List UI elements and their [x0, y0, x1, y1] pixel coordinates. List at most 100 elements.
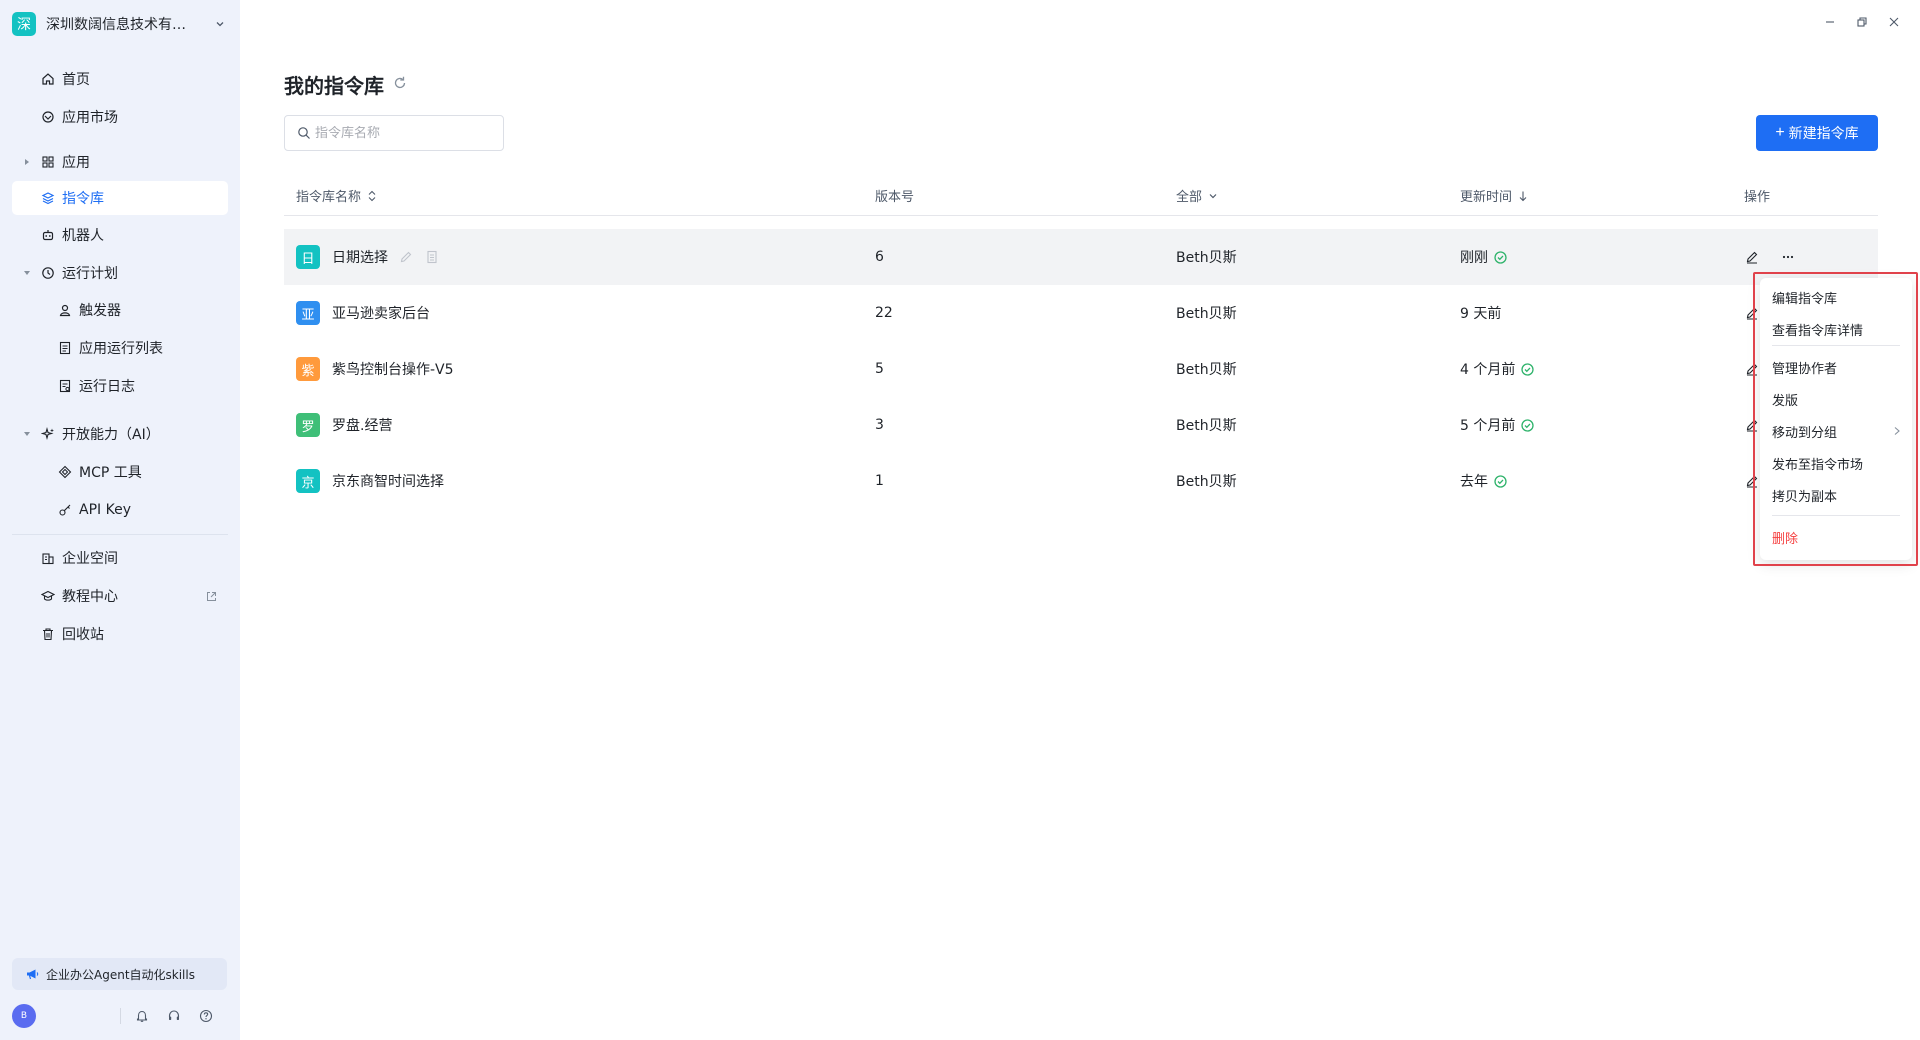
table-header: 指令库名称 版本号 全部 更新时间 操作 [284, 176, 1878, 216]
column-ops: 操作 [1744, 186, 1770, 205]
more-icon[interactable] [1780, 249, 1796, 265]
version-value: 5 [875, 361, 884, 377]
library-icon: 罗 [296, 413, 320, 437]
sidebar-divider [12, 534, 228, 535]
market-icon [40, 109, 56, 125]
column-owner-label: 全部 [1176, 190, 1203, 205]
owner-value: Beth贝斯 [1176, 418, 1237, 434]
owner-value: Beth贝斯 [1176, 306, 1237, 322]
column-version-label: 版本号 [875, 190, 915, 205]
layers-icon [40, 190, 56, 206]
bell-icon[interactable] [134, 1008, 150, 1024]
external-link-icon[interactable] [204, 589, 218, 603]
library-name[interactable]: 罗盘.经营 [332, 415, 392, 435]
sidebar-item-mcp[interactable]: MCP 工具 [12, 455, 228, 489]
clock-icon [40, 265, 56, 281]
sidebar-item-label: 开放能力（AI） [62, 427, 160, 443]
table-row[interactable]: 京 京东商智时间选择 1 Beth贝斯 去年 [284, 453, 1878, 509]
sidebar: 深 深圳数阔信息技术有限... 首页 应用市场 应用 指令库 机器人 运行计划 … [0, 0, 240, 1040]
sort-desc-icon[interactable] [1517, 190, 1529, 202]
library-name[interactable]: 京东商智时间选择 [332, 471, 444, 491]
highlight-frame [1753, 272, 1918, 566]
search-box[interactable] [284, 115, 504, 151]
published-check-icon [1520, 418, 1534, 432]
new-library-label: 新建指令库 [1788, 125, 1859, 141]
page-title: 我的指令库 [284, 74, 384, 98]
sidebar-item-label: 机器人 [62, 228, 104, 244]
help-icon[interactable] [198, 1008, 214, 1024]
column-name-label: 指令库名称 [296, 190, 362, 205]
caret-down-icon[interactable] [22, 268, 32, 278]
edit-icon[interactable] [1744, 249, 1760, 265]
user-icon [57, 302, 73, 318]
close-icon[interactable] [1886, 14, 1902, 30]
sidebar-item-runlog[interactable]: 运行日志 [12, 369, 228, 403]
updated-value: 5 个月前 [1460, 418, 1516, 434]
sidebar-item-trigger[interactable]: 触发器 [12, 293, 228, 327]
plus-icon: + [1775, 124, 1785, 141]
sidebar-item-home[interactable]: 首页 [12, 62, 228, 96]
library-name[interactable]: 亚马逊卖家后台 [332, 303, 430, 323]
org-switcher[interactable]: 深 深圳数阔信息技术有限... [12, 12, 228, 36]
sidebar-item-market[interactable]: 应用市场 [12, 100, 228, 134]
caret-right-icon[interactable] [22, 157, 32, 167]
search-icon [297, 126, 311, 140]
table-row[interactable]: 亚 亚马逊卖家后台 22 Beth贝斯 9 天前 [284, 285, 1878, 341]
caret-down-icon[interactable] [22, 429, 32, 439]
search-input[interactable] [315, 125, 495, 141]
sidebar-item-label: 教程中心 [62, 589, 118, 605]
sidebar-item-label: 指令库 [62, 191, 104, 207]
sidebar-item-robot[interactable]: 机器人 [12, 218, 228, 252]
promo-banner[interactable]: 企业办公Agent自动化skills [12, 958, 227, 990]
key-icon [57, 502, 73, 518]
sort-icon[interactable] [366, 190, 378, 202]
column-name[interactable]: 指令库名称 [296, 186, 378, 205]
sidebar-item-label: 运行计划 [62, 266, 118, 282]
table-row[interactable]: 日 日期选择 6 Beth贝斯 刚刚 [284, 229, 1878, 285]
sparkle-icon [40, 426, 56, 442]
library-name[interactable]: 日期选择 [332, 247, 388, 267]
table-row[interactable]: 罗 罗盘.经营 3 Beth贝斯 5 个月前 [284, 397, 1878, 453]
sidebar-item-enterprise[interactable]: 企业空间 [12, 541, 228, 575]
owner-value: Beth贝斯 [1176, 474, 1237, 490]
minimize-icon[interactable] [1822, 14, 1838, 30]
sidebar-item-apikey[interactable]: API Key [12, 493, 228, 527]
chevron-down-icon[interactable] [1207, 190, 1219, 202]
sidebar-item-schedule[interactable]: 运行计划 [12, 256, 228, 290]
library-icon: 京 [296, 469, 320, 493]
headset-icon[interactable] [166, 1008, 182, 1024]
graduation-icon [40, 588, 56, 604]
sidebar-item-label: 首页 [62, 72, 90, 88]
column-owner-filter[interactable]: 全部 [1176, 186, 1219, 205]
version-value: 22 [875, 305, 893, 321]
sidebar-item-label: 运行日志 [79, 379, 135, 395]
sidebar-item-label: 企业空间 [62, 551, 118, 567]
refresh-icon[interactable] [391, 74, 409, 92]
table-row[interactable]: 紫 紫鸟控制台操作-V5 5 Beth贝斯 4 个月前 [284, 341, 1878, 397]
version-value: 1 [875, 473, 884, 489]
document-icon[interactable] [424, 249, 440, 265]
promo-text: 企业办公Agent自动化skills [46, 967, 195, 982]
column-updated[interactable]: 更新时间 [1460, 186, 1529, 205]
sidebar-item-tutorial[interactable]: 教程中心 [12, 579, 228, 613]
sidebar-item-library[interactable]: 指令库 [12, 181, 228, 215]
sidebar-item-ai[interactable]: 开放能力（AI） [12, 417, 228, 451]
chevron-down-icon[interactable] [212, 16, 228, 32]
sidebar-item-trash[interactable]: 回收站 [12, 617, 228, 651]
avatar[interactable]: B [12, 1004, 36, 1028]
new-library-button[interactable]: + 新建指令库 [1756, 115, 1878, 151]
sidebar-item-apps[interactable]: 应用 [12, 145, 228, 179]
sidebar-item-label: MCP 工具 [79, 465, 142, 481]
library-name[interactable]: 紫鸟控制台操作-V5 [332, 359, 454, 379]
sidebar-item-runlist[interactable]: 应用运行列表 [12, 331, 228, 365]
rename-pencil-icon[interactable] [398, 249, 414, 265]
column-ops-label: 操作 [1744, 190, 1771, 205]
published-check-icon [1493, 250, 1507, 264]
doc-log-icon [57, 378, 73, 394]
restore-icon[interactable] [1854, 14, 1870, 30]
updated-value: 4 个月前 [1460, 362, 1516, 378]
sidebar-footer: B [12, 1004, 228, 1028]
sidebar-item-label: 回收站 [62, 627, 104, 643]
library-icon: 紫 [296, 357, 320, 381]
version-value: 6 [875, 249, 884, 265]
